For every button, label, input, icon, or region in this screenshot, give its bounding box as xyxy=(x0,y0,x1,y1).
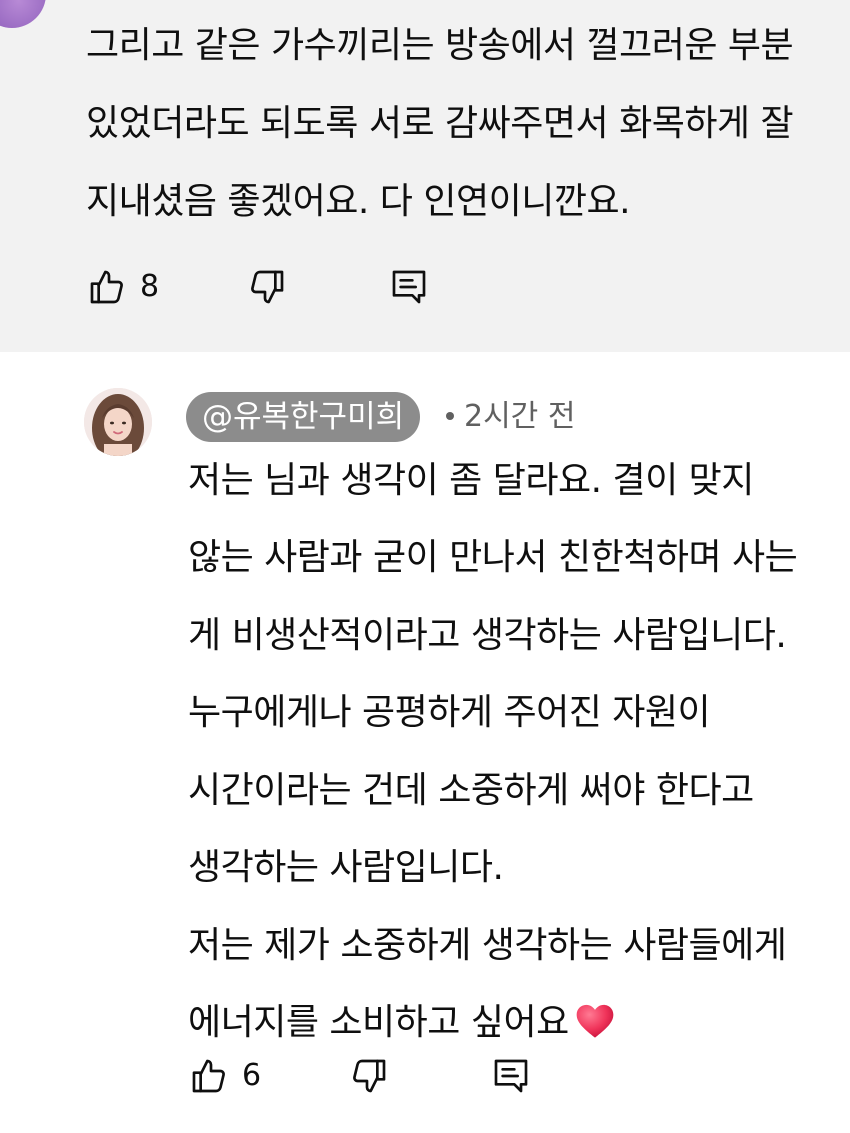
like-button[interactable] xyxy=(84,264,130,310)
thumbs-down-icon xyxy=(251,270,284,304)
comment-text-line: 누구에게나 공평하게 주어진 자원이 xyxy=(188,692,711,733)
comment-text-line: 게 비생산적이라고 생각하는 사람입니다. xyxy=(188,615,787,656)
like-count: 6 xyxy=(242,1058,262,1093)
comment-text-line: 생각하는 사람입니다. xyxy=(188,847,504,888)
avatar[interactable] xyxy=(0,0,46,28)
thumbs-up-icon xyxy=(192,1059,225,1093)
comment-text-line: 시간이라는 건데 소중하게 써야 한다고 xyxy=(188,770,754,811)
reply-button[interactable] xyxy=(386,264,432,310)
avatar-image xyxy=(84,388,152,456)
comment-meta: 2시간 전 xyxy=(446,397,575,437)
reply-comment-icon xyxy=(392,270,426,304)
comment-actions: 6 xyxy=(186,1053,586,1101)
comment-highlighted: 그리고 같은 가수끼리는 방송에서 껄끄러운 부분 있었더라도 되도록 서로 감… xyxy=(0,0,850,352)
comment-text: 에너지를 소비하고 싶어요 xyxy=(188,1002,569,1043)
comment-text-line-with-emoji: 에너지를 소비하고 싶어요 xyxy=(188,1001,615,1045)
thumbs-up-icon xyxy=(90,270,123,304)
comment-text-line: 그리고 같은 가수끼리는 방송에서 껄끄러운 부분 xyxy=(86,25,794,66)
comment-actions: 8 xyxy=(84,264,484,312)
reply-comment-icon xyxy=(494,1059,528,1093)
comment-time: 2시간 전 xyxy=(464,399,576,434)
comment-text-line: 저는 제가 소중하게 생각하는 사람들에게 xyxy=(188,925,787,966)
comment: @유복한구미희 2시간 전 저는 님과 생각이 좀 달라요. 결이 맞지 않는 … xyxy=(0,352,850,1133)
comment-text-line: 않는 사람과 굳이 만나서 친한척하며 사는 xyxy=(188,537,798,578)
channel-handle-chip[interactable]: @유복한구미희 xyxy=(186,392,421,442)
red-heart-emoji xyxy=(576,1004,614,1038)
comment-text-line: 있었더라도 되도록 서로 감싸주면서 화목하게 잘 xyxy=(86,103,794,144)
separator-dot xyxy=(446,411,454,420)
dislike-button[interactable] xyxy=(346,1053,392,1099)
avatar[interactable] xyxy=(84,388,152,456)
comment-thread: 그리고 같은 가수끼리는 방송에서 껄끄러운 부분 있었더라도 되도록 서로 감… xyxy=(0,0,850,1133)
comment-text-line: 지내셨음 좋겠어요. 다 인연이니깐요. xyxy=(86,181,631,222)
like-button[interactable] xyxy=(186,1053,232,1099)
thumbs-down-icon xyxy=(353,1059,386,1093)
like-count: 8 xyxy=(140,269,160,304)
dislike-button[interactable] xyxy=(244,264,290,310)
reply-button[interactable] xyxy=(488,1053,534,1099)
comment-text-line: 저는 님과 생각이 좀 달라요. 결이 맞지 xyxy=(188,460,754,501)
